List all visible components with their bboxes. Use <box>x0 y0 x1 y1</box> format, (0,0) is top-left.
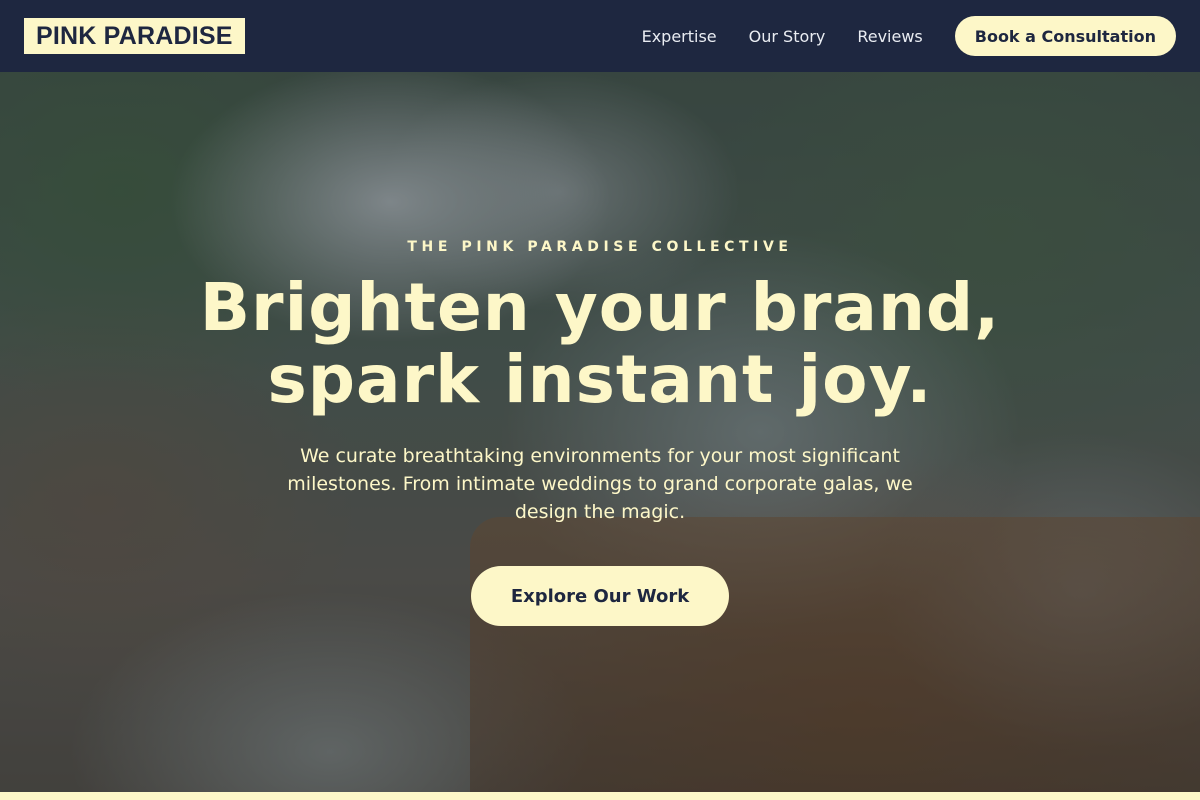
brand-logo[interactable]: PINK PARADISE <box>24 18 245 54</box>
hero-headline: Brighten your brand, spark instant joy. <box>100 272 1100 416</box>
explore-work-button[interactable]: Explore Our Work <box>471 566 729 626</box>
book-consultation-button[interactable]: Book a Consultation <box>954 16 1176 56</box>
nav-link-our-story[interactable]: Our Story <box>749 27 826 46</box>
hero-headline-line-2: spark instant joy. <box>267 341 933 418</box>
nav-link-reviews[interactable]: Reviews <box>857 27 922 46</box>
nav-link-expertise[interactable]: Expertise <box>642 27 717 46</box>
top-navbar: PINK PARADISE Expertise Our Story Review… <box>0 0 1200 72</box>
primary-nav: Expertise Our Story Reviews Book a Consu… <box>642 16 1176 56</box>
next-section-edge <box>0 792 1200 800</box>
hero-eyebrow: THE PINK PARADISE COLLECTIVE <box>407 239 793 255</box>
hero-section: THE PINK PARADISE COLLECTIVE Brighten yo… <box>0 72 1200 792</box>
hero-content: THE PINK PARADISE COLLECTIVE Brighten yo… <box>0 72 1200 792</box>
hero-subtext: We curate breathtaking environments for … <box>287 445 913 523</box>
hero-headline-line-1: Brighten your brand, <box>199 269 1001 346</box>
